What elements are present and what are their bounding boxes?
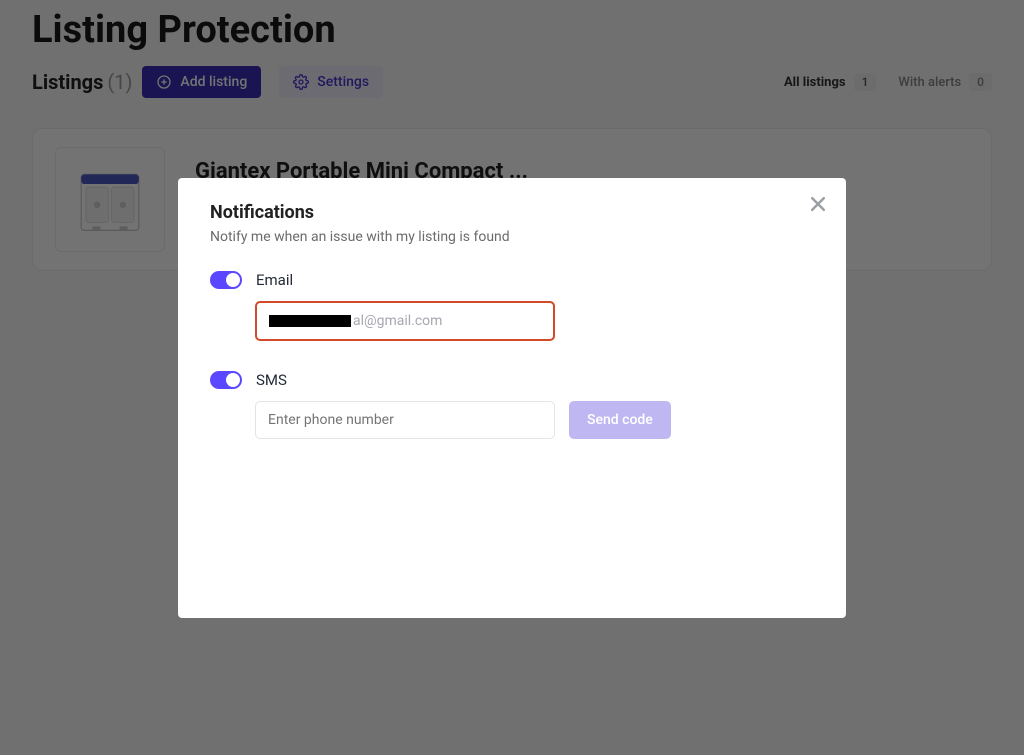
modal-overlay[interactable]: Notifications Notify me when an issue wi… bbox=[0, 0, 1024, 755]
email-visible-suffix: al@gmail.com bbox=[353, 313, 442, 329]
send-code-button[interactable]: Send code bbox=[569, 401, 671, 439]
redacted-email-prefix bbox=[269, 315, 351, 327]
sms-toggle[interactable] bbox=[210, 371, 242, 389]
modal-title: Notifications bbox=[210, 202, 814, 223]
phone-input[interactable] bbox=[255, 401, 555, 439]
sms-toggle-label: SMS bbox=[256, 371, 287, 389]
notifications-modal: Notifications Notify me when an issue wi… bbox=[178, 178, 846, 618]
modal-subtitle: Notify me when an issue with my listing … bbox=[210, 229, 814, 245]
email-toggle-label: Email bbox=[256, 271, 293, 289]
close-icon bbox=[808, 194, 828, 214]
close-button[interactable] bbox=[808, 194, 828, 218]
email-input[interactable]: al@gmail.com bbox=[255, 301, 555, 341]
email-toggle[interactable] bbox=[210, 271, 242, 289]
